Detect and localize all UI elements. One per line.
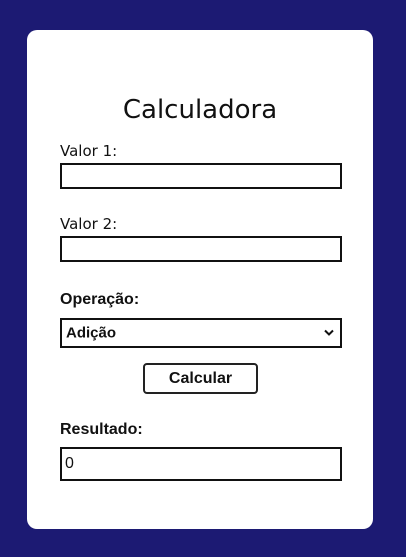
page-title: Calculadora: [122, 95, 278, 125]
operation-select[interactable]: Adição: [60, 318, 342, 348]
operation-selected-value: Adição: [66, 324, 117, 342]
chevron-down-icon: [324, 329, 334, 336]
value1-input[interactable]: [60, 163, 342, 189]
value2-input[interactable]: [60, 236, 342, 262]
value2-label: Valor 2:: [60, 215, 118, 233]
calculator-card: Calculadora Valor 1: Valor 2: Operação: …: [27, 30, 373, 529]
result-value: 0: [65, 455, 74, 472]
value1-label: Valor 1:: [60, 142, 118, 160]
operation-label: Operação:: [60, 291, 140, 308]
calculate-button[interactable]: Calcular: [143, 363, 258, 394]
result-label: Resultado:: [60, 421, 143, 438]
result-output: 0: [60, 447, 342, 481]
